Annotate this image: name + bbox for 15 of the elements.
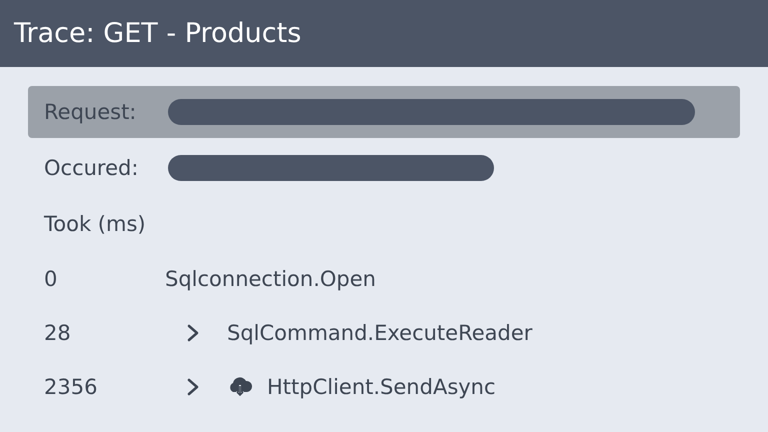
trace-step: SqlCommand.ExecuteReader [227, 321, 532, 345]
field-row[interactable]: Occured: [28, 142, 740, 194]
duration-text: 0 [44, 267, 58, 291]
cloud-download-icon [227, 376, 253, 398]
window-title: Trace: GET - Products [14, 18, 302, 49]
field-row[interactable]: Request: [28, 86, 740, 138]
chevron-icon[interactable] [185, 378, 201, 396]
duration-text: 2356 [44, 375, 98, 399]
duration-text: 28 [44, 321, 72, 345]
trace-step: Sqlconnection.Open [165, 267, 376, 291]
field-label: Occured: [44, 156, 140, 180]
column-heading: Took (ms) [43, 211, 147, 238]
trace-step: HttpClient.SendAsync [267, 375, 496, 399]
chevron-icon[interactable] [185, 324, 201, 342]
field-label: Request: [44, 100, 138, 124]
